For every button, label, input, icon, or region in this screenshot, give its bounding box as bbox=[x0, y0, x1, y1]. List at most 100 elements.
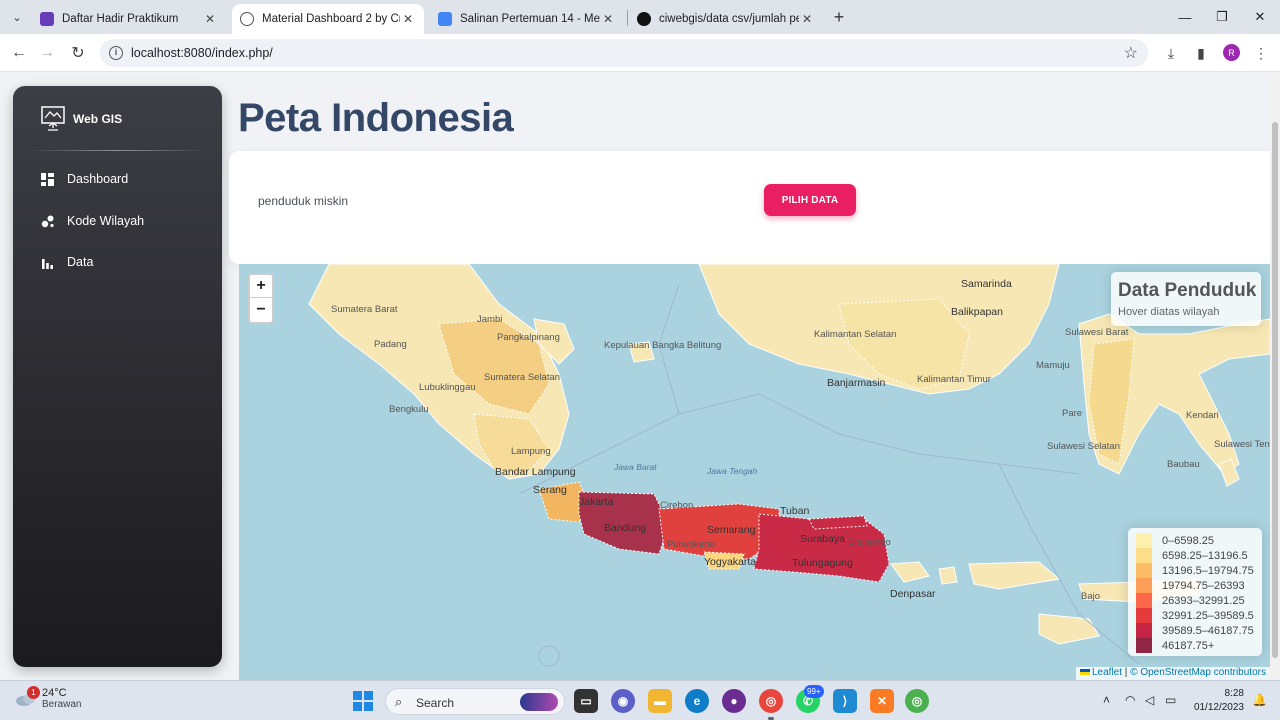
zoom-in-button[interactable]: + bbox=[250, 275, 272, 298]
search-placeholder: Search bbox=[416, 696, 455, 710]
data-select[interactable]: penduduk miskin bbox=[258, 194, 348, 208]
tab-title: ciwebgis/data csv/jumlah pend bbox=[659, 13, 799, 25]
osm-link[interactable]: © OpenStreetMap contributors bbox=[1130, 667, 1266, 678]
pilih-data-button[interactable]: PILIH DATA bbox=[764, 184, 856, 216]
search-icon: ⌕ bbox=[395, 694, 403, 709]
map-label-tuban: Tuban bbox=[780, 505, 810, 517]
xampp-icon[interactable]: ✕ bbox=[870, 689, 894, 713]
sidebar-item-dashboard[interactable]: Dashboard bbox=[41, 169, 128, 189]
weather-widget[interactable]: 24°C Berawan bbox=[14, 687, 81, 710]
scrollbar-thumb[interactable] bbox=[1272, 122, 1278, 658]
choropleth-map[interactable]: Sumatera Barat Jambi Padang Pangkalpinan… bbox=[239, 264, 1270, 680]
file-explorer-icon[interactable]: ▬ bbox=[648, 689, 672, 713]
notification-bell-icon[interactable]: 🔔 bbox=[1252, 693, 1267, 707]
wifi-icon[interactable]: ◠ bbox=[1125, 693, 1135, 707]
legend-swatch bbox=[1136, 578, 1152, 593]
bar-chart-icon bbox=[41, 256, 54, 269]
sumbawa-island bbox=[968, 561, 1061, 590]
map-label-lampung: Lampung bbox=[511, 446, 551, 457]
side-panel-icon[interactable]: ▮ bbox=[1191, 43, 1211, 63]
tab-title: Material Dashboard 2 by Creati bbox=[262, 13, 400, 25]
map-label-purwokerto: Purwokerto bbox=[667, 539, 716, 550]
brand[interactable]: Web GIS bbox=[41, 106, 122, 132]
github-favicon-icon bbox=[637, 12, 651, 26]
map-label-samarinda: Samarinda bbox=[961, 278, 1012, 290]
chevron-up-icon[interactable]: ˄ bbox=[1103, 693, 1110, 707]
clock-date: 01/12/2023 bbox=[1193, 702, 1244, 713]
url-text[interactable]: localhost:8080/index.php/ bbox=[131, 46, 273, 60]
forms-favicon-icon bbox=[40, 12, 54, 26]
map-label-padang: Padang bbox=[374, 339, 407, 350]
minimize-icon[interactable]: — bbox=[1174, 6, 1196, 28]
sidebar-divider bbox=[27, 150, 208, 151]
browser-tab[interactable]: Daftar Hadir Praktikum ✕ bbox=[32, 4, 226, 34]
browser-tabstrip: ⌄ Daftar Hadir Praktikum ✕ Material Dash… bbox=[0, 0, 1280, 34]
bubble-chart-icon bbox=[41, 215, 54, 228]
close-tab-icon[interactable]: ✕ bbox=[400, 12, 416, 26]
page-title: Peta Indonesia bbox=[238, 96, 514, 140]
address-bar[interactable]: i localhost:8080/index.php/ ☆ bbox=[100, 39, 1148, 67]
new-tab-icon[interactable]: + bbox=[828, 6, 850, 28]
reload-icon[interactable]: ↻ bbox=[67, 42, 89, 64]
sidebar-item-data[interactable]: Data bbox=[41, 252, 93, 272]
info-title: Data Penduduk bbox=[1118, 280, 1257, 301]
teams-chat-icon[interactable]: ◉ bbox=[611, 689, 635, 713]
chrome-profile-icon[interactable]: ◎ bbox=[905, 689, 929, 713]
clock-time: 8:28 bbox=[1224, 688, 1244, 699]
clock[interactable]: 8:28 01/12/2023 bbox=[1186, 687, 1244, 715]
map-label-bengkulu: Bengkulu bbox=[389, 404, 429, 415]
close-tab-icon[interactable]: ✕ bbox=[202, 12, 218, 26]
map-label-kendari: Kendari bbox=[1186, 410, 1219, 421]
browser-tab[interactable]: ciwebgis/data csv/jumlah pend ✕ bbox=[629, 4, 823, 34]
close-window-icon[interactable]: ✕ bbox=[1249, 6, 1271, 28]
sidebar-item-kode-wilayah[interactable]: Kode Wilayah bbox=[41, 211, 144, 231]
edge-browser-icon[interactable]: e bbox=[685, 689, 709, 713]
chrome-icon[interactable]: ◎ bbox=[759, 689, 783, 713]
legend-swatch bbox=[1136, 608, 1152, 623]
legend-label: 6598.25–13196.5 bbox=[1162, 549, 1248, 562]
map-label-bandar-lampung: Bandar Lampung bbox=[495, 466, 576, 478]
profile-avatar[interactable]: R bbox=[1223, 44, 1240, 61]
weather-badge: 1 bbox=[27, 686, 40, 699]
map-label-jambi: Jambi bbox=[477, 314, 503, 325]
leaflet-flag-icon bbox=[1080, 669, 1090, 676]
close-tab-icon[interactable]: ✕ bbox=[799, 12, 815, 26]
map-legend: 0–6598.25 6598.25–13196.5 13196.5–19794.… bbox=[1128, 528, 1262, 656]
browser-tab-active[interactable]: Material Dashboard 2 by Creati ✕ bbox=[232, 4, 424, 34]
zoom-out-button[interactable]: − bbox=[250, 298, 272, 321]
map-logo-icon bbox=[41, 106, 65, 131]
legend-swatch bbox=[1136, 563, 1152, 578]
map-label-pangkalpinang: Pangkalpinang bbox=[497, 332, 560, 343]
tab-title: Salinan Pertemuan 14 - Menamp bbox=[460, 13, 600, 25]
taskbar-search[interactable]: ⌕ Search bbox=[385, 688, 565, 715]
sumba-island bbox=[1038, 613, 1100, 645]
map-label-denpasar: Denpasar bbox=[890, 588, 936, 600]
browser-tab[interactable]: Salinan Pertemuan 14 - Menamp ✕ bbox=[430, 4, 624, 34]
download-icon[interactable]: ⤓ bbox=[1161, 43, 1181, 63]
legend-label: 39589.5–46187.75 bbox=[1162, 624, 1254, 637]
maximize-icon[interactable]: ❐ bbox=[1211, 6, 1233, 28]
legend-swatch bbox=[1136, 533, 1152, 548]
tab-search-icon[interactable]: ⌄ bbox=[6, 6, 28, 28]
close-tab-icon[interactable]: ✕ bbox=[600, 12, 616, 26]
volume-icon[interactable]: ◁ bbox=[1145, 693, 1154, 707]
back-icon[interactable]: ← bbox=[8, 42, 30, 64]
page-scrollbar[interactable] bbox=[1270, 74, 1280, 680]
forward-icon[interactable]: → bbox=[36, 42, 58, 64]
bookmark-star-icon[interactable]: ☆ bbox=[1124, 43, 1138, 63]
vscode-icon[interactable]: ⟩ bbox=[833, 689, 857, 713]
legend-label: 13196.5–19794.75 bbox=[1162, 564, 1254, 577]
task-view-icon[interactable]: ▭ bbox=[574, 689, 598, 713]
windows-start-icon[interactable] bbox=[351, 689, 375, 713]
battery-icon[interactable]: ▭ bbox=[1165, 693, 1176, 707]
legend-row: 46187.75+ bbox=[1136, 638, 1254, 653]
leaflet-link[interactable]: Leaflet bbox=[1080, 667, 1122, 678]
legend-row: 6598.25–13196.5 bbox=[1136, 548, 1254, 563]
legend-label: 19794.75–26393 bbox=[1162, 579, 1245, 592]
menu-more-icon[interactable]: ⋮ bbox=[1251, 43, 1271, 63]
site-info-icon[interactable]: i bbox=[109, 46, 123, 60]
map-label-jawa-barat: Jawa Barat bbox=[614, 462, 657, 472]
dashboard-favicon-icon bbox=[240, 12, 254, 26]
map-label-bajo: Bajo bbox=[1081, 591, 1101, 602]
github-desktop-icon[interactable]: ● bbox=[722, 689, 746, 713]
